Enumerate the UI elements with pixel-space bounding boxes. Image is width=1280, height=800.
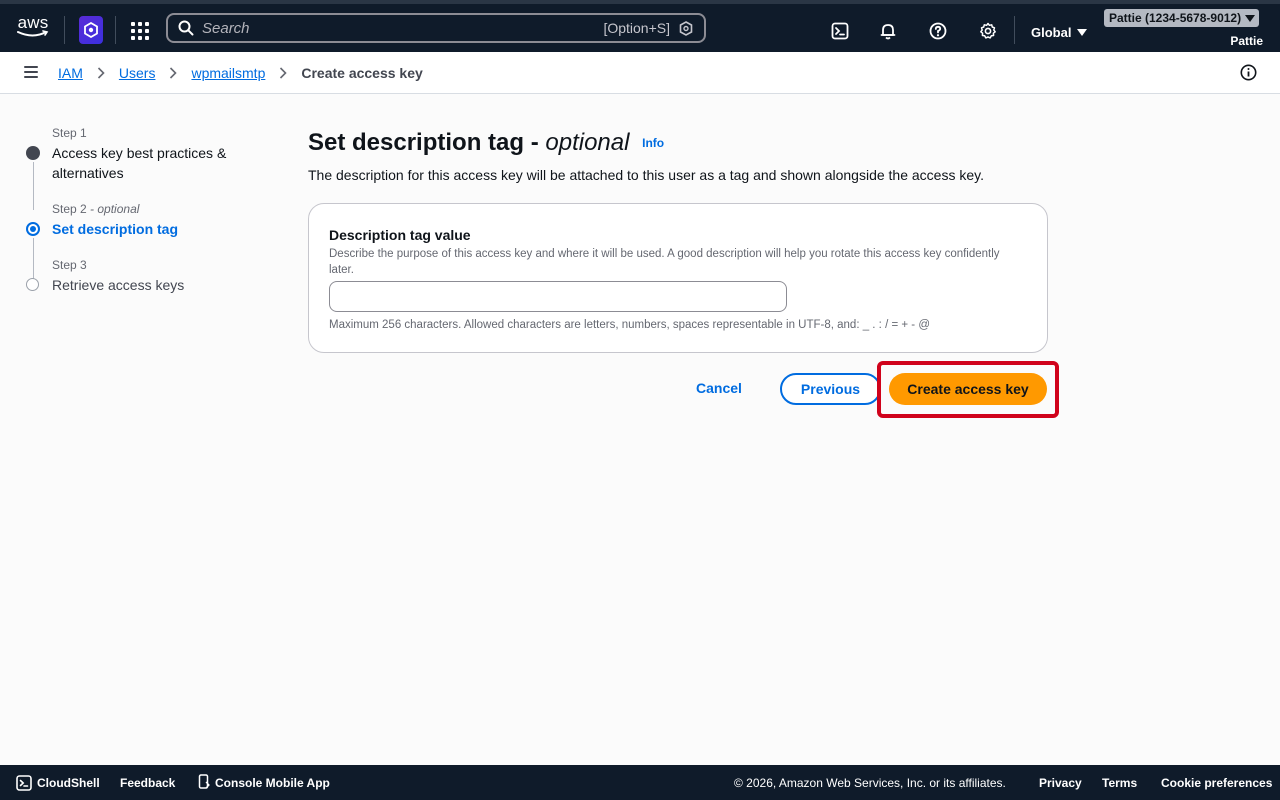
step-label: Step 1 [52, 126, 87, 140]
step-current-icon [26, 222, 40, 236]
region-selector[interactable]: Global [1031, 25, 1088, 40]
footer-terms[interactable]: Terms [1102, 776, 1137, 790]
footer-cookie-preferences[interactable]: Cookie preferences [1161, 776, 1272, 790]
breadcrumb-iam[interactable]: IAM [58, 65, 83, 81]
footer-copyright: © 2026, Amazon Web Services, Inc. or its… [734, 776, 1006, 790]
amazon-q-icon[interactable] [679, 21, 693, 36]
step-complete-icon [26, 146, 40, 160]
step-pending-icon [26, 278, 39, 291]
step-title: Retrieve access keys [52, 277, 185, 293]
aws-logo[interactable]: aws [16, 14, 50, 42]
info-link[interactable]: Info [642, 136, 664, 150]
footer-feedback[interactable]: Feedback [120, 776, 175, 790]
caret-down-icon [1245, 15, 1256, 22]
field-label: Description tag value [329, 227, 471, 243]
cloudshell-icon[interactable] [831, 22, 849, 40]
nav-divider [115, 16, 116, 44]
search-input[interactable] [202, 18, 582, 38]
wizard-steps: Step 1 Access key best practices & alter… [22, 126, 272, 295]
user-name[interactable]: Pattie [1230, 34, 1263, 48]
step-title: Set description tag [52, 221, 179, 237]
account-label: Pattie (1234-5678-9012) [1109, 11, 1242, 25]
info-icon[interactable] [1240, 64, 1257, 81]
region-label: Global [1031, 25, 1072, 40]
step-label: Step 3 [52, 258, 87, 272]
iam-service-icon[interactable] [79, 16, 103, 44]
aws-logo-text: aws [17, 13, 49, 32]
previous-button[interactable]: Previous [780, 373, 881, 405]
settings-icon[interactable] [979, 22, 997, 40]
nav-divider [1014, 16, 1015, 44]
description-tag-panel: Description tag value Describe the purpo… [308, 203, 1048, 353]
nav-divider [64, 16, 65, 44]
search-shortcut: [Option+S] [603, 20, 670, 36]
cancel-button[interactable]: Cancel [696, 380, 742, 396]
cloudshell-icon [16, 775, 32, 791]
help-icon[interactable] [929, 22, 947, 40]
page-description: The description for this access key will… [308, 167, 984, 183]
chevron-right-icon [97, 67, 105, 79]
form-actions: Cancel Previous Create access key [308, 359, 1059, 419]
footer-privacy[interactable]: Privacy [1039, 776, 1082, 790]
search-icon [178, 20, 194, 36]
account-menu[interactable]: Pattie (1234-5678-9012) [1104, 9, 1260, 27]
top-navigation: aws [Option+S] [0, 0, 1280, 52]
step-2[interactable]: Step 2 - optional Set description tag [22, 202, 272, 258]
breadcrumb-user[interactable]: wpmailsmtp [191, 65, 265, 81]
hexagon-shield-icon [84, 22, 98, 38]
services-grid-icon[interactable] [131, 22, 149, 40]
footer-mobile-app[interactable]: Console Mobile App [215, 776, 330, 790]
field-constraint-text: Maximum 256 characters. Allowed characte… [329, 319, 930, 331]
create-access-key-button[interactable]: Create access key [889, 373, 1047, 405]
page-title: Set description tag - optional Info [308, 129, 665, 156]
step-1[interactable]: Step 1 Access key best practices & alter… [22, 126, 272, 202]
description-tag-input[interactable] [329, 281, 787, 312]
bell-icon[interactable] [879, 22, 897, 40]
footer-cloudshell[interactable]: CloudShell [37, 776, 100, 790]
step-3: Step 3 Retrieve access keys [22, 258, 272, 295]
main-content: Set description tag - optional Info The … [308, 128, 1059, 418]
breadcrumb-users[interactable]: Users [119, 65, 156, 81]
step-label: Step 2 - optional [52, 202, 140, 216]
caret-down-icon [1077, 29, 1088, 36]
breadcrumb-bar: IAM Users wpmailsmtp Create access key [0, 52, 1280, 94]
chevron-right-icon [170, 67, 178, 79]
chevron-right-icon [280, 67, 287, 79]
search-bar[interactable]: [Option+S] [166, 13, 706, 43]
step-title: Access key best practices & alternatives [52, 145, 227, 181]
breadcrumb-current: Create access key [301, 65, 423, 81]
field-description: Describe the purpose of this access key … [329, 248, 1000, 276]
breadcrumb: IAM Users wpmailsmtp Create access key [58, 65, 423, 81]
menu-icon[interactable] [24, 66, 38, 78]
mobile-phone-icon [198, 774, 210, 789]
footer: CloudShell Feedback Console Mobile App ©… [0, 765, 1280, 800]
